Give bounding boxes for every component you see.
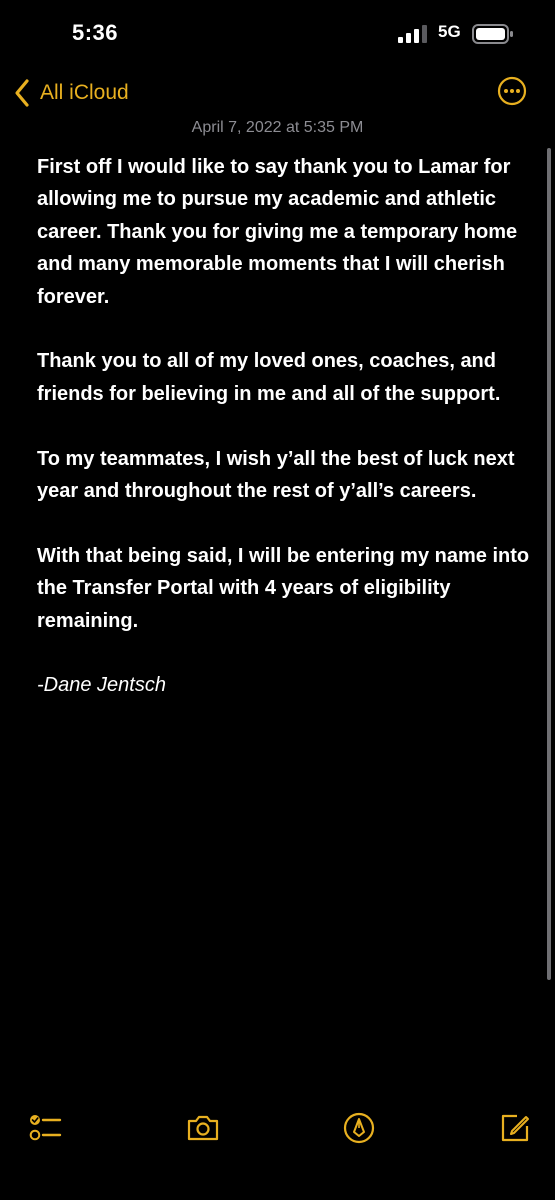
cellular-signal-icon xyxy=(398,25,427,43)
markup-button[interactable] xyxy=(341,1110,377,1146)
status-time: 5:36 xyxy=(72,20,119,45)
note-date: April 7, 2022 at 5:35 PM xyxy=(191,119,364,136)
status-bar: 5:36 5G xyxy=(0,0,555,64)
network-type: 5G xyxy=(438,22,461,41)
compose-icon xyxy=(501,1114,529,1142)
note-signature: -Dane Jentsch xyxy=(37,674,166,697)
nav-bar: All iCloud xyxy=(0,68,555,116)
ellipsis-circle-icon[interactable] xyxy=(497,76,527,106)
note-paragraph: First off I would like to say thank you … xyxy=(37,156,518,308)
checklist-button[interactable] xyxy=(28,1110,64,1146)
note-paragraph: With that being said, I will be entering… xyxy=(37,544,530,632)
checklist-icon xyxy=(29,1115,62,1141)
note-body[interactable]: First off I would like to say thank you … xyxy=(37,151,537,734)
compose-button[interactable] xyxy=(497,1110,533,1146)
camera-icon xyxy=(187,1115,219,1141)
chevron-left-icon xyxy=(15,79,29,107)
bottom-toolbar xyxy=(0,1110,555,1170)
camera-button[interactable] xyxy=(185,1110,221,1146)
back-button[interactable]: All iCloud xyxy=(12,76,129,110)
scroll-indicator[interactable] xyxy=(547,148,551,980)
markup-pen-icon xyxy=(343,1112,375,1144)
note-paragraph: To my teammates, I wish y’all the best o… xyxy=(37,447,515,503)
note-paragraph: Thank you to all of my loved ones, coach… xyxy=(37,350,501,405)
back-label: All iCloud xyxy=(40,81,129,104)
battery-icon xyxy=(472,24,513,44)
